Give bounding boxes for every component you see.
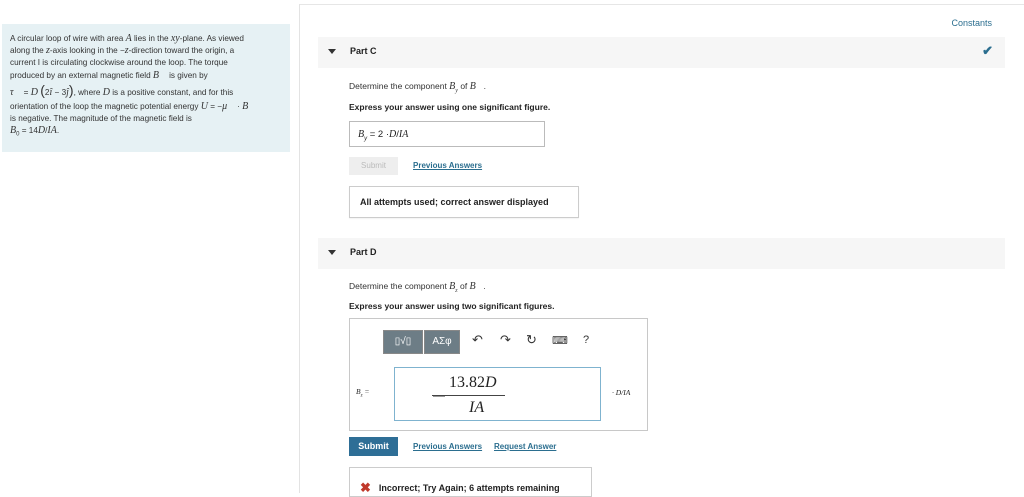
- collapse-triangle-icon[interactable]: [328, 250, 336, 255]
- problem-line-6: orientation of the loop the magnetic pot…: [10, 101, 257, 113]
- part-d-prompt: Determine the component Bz of B⃗.: [349, 281, 486, 294]
- constants-link[interactable]: Constants: [951, 18, 992, 28]
- part-d-submit-button[interactable]: Submit: [349, 437, 398, 456]
- part-c-status: All attempts used; correct answer displa…: [349, 186, 579, 218]
- redo-icon[interactable]: ↷: [500, 332, 511, 348]
- numerator[interactable]: 13.82D: [449, 374, 497, 392]
- part-c-prompt: Determine the component By of B⃗.: [349, 81, 487, 94]
- math-answer-editor: ▯√▯ ΑΣφ ↶ ↷ ↻ ⌨ ? Bz = — 13.82D IA · D/I…: [349, 318, 648, 431]
- part-d-previous-answers-link[interactable]: Previous Answers: [413, 442, 482, 451]
- undo-icon[interactable]: ↶: [472, 332, 483, 348]
- reset-icon[interactable]: ↻: [526, 332, 537, 348]
- part-d-title: Part D: [350, 247, 377, 257]
- part-c-previous-answers-link[interactable]: Previous Answers: [413, 161, 482, 170]
- problem-line-5: τ⃗ = D (2î − 3ĵ), where D is a positive …: [10, 81, 234, 98]
- problem-line-8: B0 = 14D/IA.: [10, 125, 60, 139]
- problem-line-2: along the z-axis looking in the −z-direc…: [10, 45, 235, 57]
- request-answer-link[interactable]: Request Answer: [494, 442, 556, 451]
- greek-symbols-button[interactable]: ΑΣφ: [424, 330, 460, 354]
- unit-label: · D/IA: [612, 388, 631, 397]
- problem-line-4: produced by an external magnetic field B…: [10, 69, 208, 81]
- answer-math-field[interactable]: — 13.82D IA: [394, 367, 601, 421]
- part-d-status-text: Incorrect; Try Again; 6 attempts remaini…: [378, 483, 560, 493]
- keyboard-icon[interactable]: ⌨: [552, 334, 568, 347]
- variable-label: Bz =: [356, 387, 370, 399]
- collapse-triangle-icon[interactable]: [328, 49, 336, 54]
- panel-divider: [299, 4, 300, 493]
- checkmark-icon: ✔: [982, 43, 993, 58]
- problem-line-7: is negative. The magnitude of the magnet…: [10, 114, 192, 124]
- part-c-instruction: Express your answer using one significan…: [349, 102, 551, 112]
- top-divider: [299, 4, 1024, 5]
- part-d-header[interactable]: Part D: [318, 238, 1005, 269]
- help-icon[interactable]: ?: [583, 334, 589, 346]
- fraction-bar: [432, 395, 505, 396]
- part-c-submit-button[interactable]: Submit: [349, 157, 398, 175]
- part-d-instruction: Express your answer using two significan…: [349, 301, 555, 311]
- problem-line-1: A circular loop of wire with area A lies…: [10, 33, 244, 44]
- part-c-header[interactable]: Part C ✔: [318, 37, 1005, 68]
- problem-line-3: current I is circulating clockwise aroun…: [10, 58, 228, 68]
- problem-statement: A circular loop of wire with area A lies…: [2, 24, 290, 152]
- part-c-title: Part C: [350, 46, 377, 56]
- denominator[interactable]: IA: [469, 399, 484, 417]
- part-c-answer-field: By = 2 ·D/IA: [349, 121, 545, 147]
- templates-button[interactable]: ▯√▯: [383, 330, 423, 354]
